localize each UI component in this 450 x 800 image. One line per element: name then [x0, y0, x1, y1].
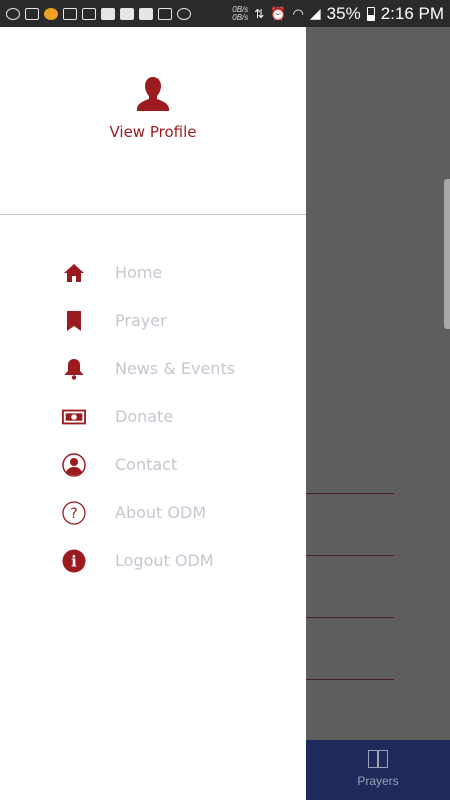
money-icon — [62, 405, 86, 429]
menu-item-label: Logout ODM — [115, 551, 214, 570]
list-divider — [306, 555, 394, 556]
bottom-navigation: Prayers — [306, 740, 450, 800]
menu-item-label: Prayer — [115, 311, 167, 330]
menu-item-prayer[interactable]: Prayer — [0, 297, 306, 345]
menu-item-donate[interactable]: Donate — [0, 393, 306, 441]
question-icon: ? — [62, 501, 86, 525]
book-icon — [368, 750, 388, 768]
menu-item-label: Contact — [115, 455, 178, 474]
status-bar: 0B/s 0B/s ⇅ ⏰ ◠ ◢ 35% 2:16 PM — [0, 0, 450, 27]
mail-icon — [25, 7, 39, 20]
menu-item-logout[interactable]: i Logout ODM — [0, 537, 306, 585]
home-icon — [62, 261, 86, 285]
menu-item-home[interactable]: Home — [0, 249, 306, 297]
status-right: 0B/s 0B/s ⇅ ⏰ ◠ ◢ 35% 2:16 PM — [232, 4, 444, 24]
user-avatar-icon[interactable] — [134, 75, 172, 113]
app-notification-icon — [44, 7, 58, 20]
svg-text:i: i — [71, 553, 77, 571]
drawer-divider — [0, 214, 306, 215]
battery-icon — [366, 6, 375, 21]
network-speed: 0B/s 0B/s — [232, 5, 249, 22]
menu-item-about[interactable]: ? About ODM — [0, 489, 306, 537]
data-transfer-icon: ⇅ — [254, 6, 265, 21]
net-download-speed: 0B/s — [232, 12, 249, 22]
cart-icon — [82, 7, 96, 20]
tab-prayers-label: Prayers — [357, 774, 399, 788]
signal-icon: ◢ — [309, 5, 321, 21]
soccer-ball-icon — [177, 7, 191, 20]
wifi-icon: ◠ — [292, 5, 304, 21]
clock: 2:16 PM — [380, 3, 444, 23]
tab-prayers[interactable]: Prayers — [348, 750, 408, 788]
youtube-icon — [120, 7, 134, 20]
cart-icon — [63, 7, 77, 20]
menu-item-label: Donate — [115, 407, 174, 426]
list-divider — [306, 679, 394, 680]
scrollbar[interactable] — [444, 179, 450, 329]
list-divider — [306, 493, 394, 494]
image-icon — [158, 7, 172, 20]
menu-item-label: Home — [115, 263, 163, 282]
view-profile-link[interactable]: View Profile — [0, 123, 306, 141]
navigation-drawer: View Profile Home Prayer News & Events D… — [0, 27, 306, 800]
list-divider — [306, 617, 394, 618]
menu-item-contact[interactable]: Contact — [0, 441, 306, 489]
youtube-icon — [139, 7, 153, 20]
contact-icon — [62, 453, 86, 477]
menu-item-label: News & Events — [115, 359, 236, 378]
bell-icon — [62, 357, 86, 381]
youtube-icon — [101, 7, 115, 20]
info-icon: i — [62, 549, 86, 573]
background-screen-scrim[interactable]: Prayers — [306, 27, 450, 800]
drawer-menu: Home Prayer News & Events Donate Contact — [0, 249, 306, 585]
svg-text:?: ? — [70, 506, 77, 522]
menu-item-news-events[interactable]: News & Events — [0, 345, 306, 393]
bookmark-icon — [62, 309, 86, 333]
alarm-icon: ⏰ — [270, 5, 287, 21]
notification-icons — [6, 7, 191, 20]
menu-item-label: About ODM — [115, 503, 207, 522]
battery-percent: 35% — [326, 3, 361, 23]
profile-header: View Profile — [0, 27, 306, 214]
chat-icon — [6, 7, 20, 20]
